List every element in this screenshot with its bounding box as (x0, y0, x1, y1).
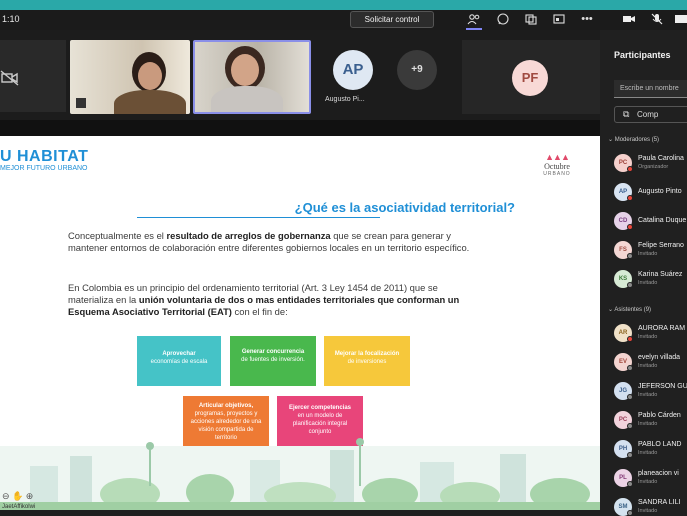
presence-status-icon (627, 253, 633, 259)
share-invite-button[interactable]: ⧉ Comp (614, 106, 687, 123)
participant-list-item[interactable]: PH PABLO LAND Invitado (614, 440, 687, 460)
participant-name: SANDRA LILI (638, 499, 681, 506)
reactions-icon[interactable] (524, 12, 538, 26)
un-habitat-logo: U HABITAT (0, 148, 89, 165)
participant-body (211, 86, 283, 112)
share-link-icon: ⧉ (623, 109, 630, 119)
meeting-timer: 1:10 (2, 14, 20, 24)
attendees-section-header[interactable]: ⌄ Asistentes (9) (608, 306, 651, 313)
presence-status-icon (627, 423, 633, 429)
participant-name: Pablo Cárden (638, 412, 681, 419)
more-icon[interactable]: ••• (580, 12, 594, 26)
slide-controls-icon[interactable]: ⊖ ✋ ⊕ (2, 491, 33, 502)
participant-name: Catalina Duque (638, 217, 687, 224)
participant-role: Invitado (638, 392, 658, 398)
participant-list-item[interactable]: PC Pablo Cárden Invitado (614, 411, 687, 431)
participant-name: Augusto Pinto (638, 188, 682, 195)
presence-status-icon (627, 510, 633, 516)
participant-name: Karina Suárez (638, 271, 683, 278)
participant-list-item[interactable]: JG JEFERSON GU Invitado (614, 382, 687, 402)
octubre-urbano-logo: ▲▲▲ Octubre URBANO (543, 152, 571, 177)
camera-off-icon (0, 70, 20, 91)
participant-list-item[interactable]: SM SANDRA LILI Invitado (614, 498, 687, 516)
more-participants-button[interactable]: +9 (397, 50, 437, 90)
colombia-paragraph: En Colombia es un principio del ordenami… (68, 282, 460, 317)
participant-body (114, 90, 186, 114)
participant-role: Organizador (638, 164, 669, 170)
participant-list-item[interactable]: PL planeacion vi Invitado (614, 469, 687, 489)
presence-status-icon (627, 394, 633, 400)
participants-panel: Participantes Escribe un nombre ⧉ Comp ⌄… (600, 30, 687, 516)
objective-box: Aprovechar economías de escala (137, 336, 221, 386)
presence-status-icon (627, 195, 633, 201)
participant-video-tile[interactable] (70, 40, 190, 114)
definition-paragraph: Conceptualmente es el resultado de arreg… (68, 230, 470, 253)
presence-status-icon (627, 166, 633, 172)
participant-name: AURORA RAM (638, 325, 686, 332)
participant-face (231, 54, 259, 86)
presence-status-icon (627, 224, 633, 230)
objective-box: Generar concurrencia de fuentes de invers… (230, 336, 316, 386)
participant-role: Invitado (638, 450, 658, 456)
slide-title: ¿Qué es la asociatividad territorial? (294, 200, 515, 215)
avatar-name-label: Augusto Pi... (325, 96, 365, 103)
shared-content-header (0, 120, 600, 136)
panel-title: Participantes (614, 50, 671, 60)
participant-role: Invitado (638, 479, 658, 485)
avatar[interactable]: PF (512, 60, 548, 96)
participant-list-item[interactable]: KS Karina Suárez Invitado (614, 270, 687, 290)
participant-name: Paula Carolina (638, 155, 684, 162)
participant-list-item[interactable]: FS Felipe Serrano Invitado (614, 241, 687, 261)
participant-list-item[interactable]: EV evelyn villada Invitado (614, 353, 687, 373)
camera-icon[interactable] (622, 12, 636, 26)
participant-role: Invitado (638, 421, 658, 427)
shared-slide: U HABITAT MEJOR FUTURO URBANO ▲▲▲ Octubr… (0, 136, 600, 510)
video-gallery: AP Augusto Pi... +9 PF (0, 30, 600, 120)
meeting-toolbar: 1:10 Solicitar control ••• (0, 10, 687, 30)
participant-role: Invitado (638, 251, 658, 257)
presence-status-icon (627, 365, 633, 371)
participant-list-item[interactable]: AR AURORA RAM Invitado (614, 324, 687, 344)
participant-role: Invitado (638, 280, 658, 286)
presence-status-icon (627, 282, 633, 288)
participant-name: evelyn villada (638, 354, 681, 361)
participant-list-item[interactable]: CD Catalina Duque (614, 212, 687, 232)
participant-role: Invitado (638, 508, 658, 514)
participant-name: JEFERSON GU (638, 383, 687, 390)
people-icon[interactable] (467, 12, 481, 26)
chevron-down-icon: ⌄ (608, 137, 615, 143)
presence-status-icon (627, 336, 633, 342)
share-icon[interactable] (674, 12, 687, 26)
participant-role: Invitado (638, 334, 658, 340)
participant-name: PABLO LAND (638, 441, 682, 448)
active-speaker-video-tile[interactable] (193, 40, 311, 114)
objective-box: Mejorar la focalización de inversiones (324, 336, 410, 386)
presence-status-icon (627, 481, 633, 487)
participant-list-item[interactable]: PC Paula Carolina Organizador (614, 154, 687, 174)
participant-face (138, 62, 162, 90)
presence-status-icon (627, 452, 633, 458)
avatar[interactable]: AP (333, 50, 373, 90)
participant-name: Felipe Serrano (638, 242, 684, 249)
request-control-button[interactable]: Solicitar control (350, 11, 434, 28)
top-accent-strip (0, 0, 687, 10)
title-underline (137, 217, 380, 218)
mic-icon[interactable] (650, 12, 664, 26)
moderators-section-header[interactable]: ⌄ Moderadores (5) (608, 136, 659, 143)
city-landscape-illustration (0, 438, 600, 510)
participant-name: planeacion vi (638, 470, 679, 477)
un-habitat-tagline: MEJOR FUTURO URBANO (0, 165, 88, 172)
share-tray-icon[interactable] (552, 12, 566, 26)
participant-list-item[interactable]: AP Augusto Pinto (614, 183, 687, 203)
participant-search-input[interactable]: Escribe un nombre (614, 80, 687, 98)
self-video-tile[interactable] (0, 40, 66, 112)
participant-role: Invitado (638, 363, 658, 369)
mic-muted-icon (76, 98, 86, 108)
presenter-name: JaetAffikolwi (2, 504, 36, 510)
chat-icon[interactable] (496, 12, 510, 26)
